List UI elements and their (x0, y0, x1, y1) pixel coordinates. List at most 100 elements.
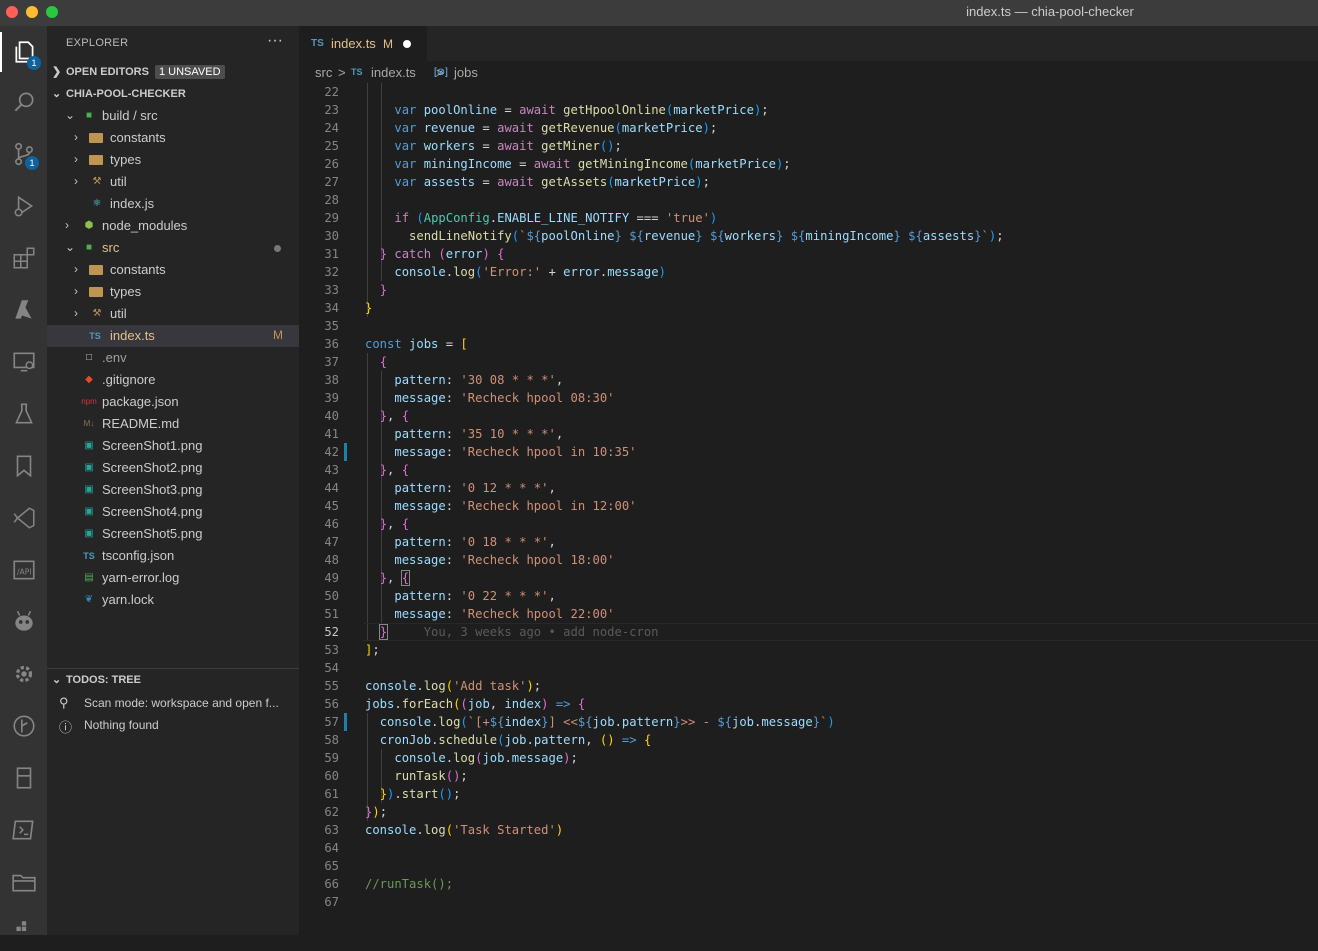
editor-area: TS index.ts M src > TS index.ts > [⊘] jo… (299, 26, 1318, 935)
bookmarks-activity[interactable] (0, 446, 47, 486)
more-activity[interactable] (0, 911, 47, 951)
run-debug-activity[interactable] (0, 186, 47, 226)
line-number: 49 (324, 571, 339, 585)
alien-activity[interactable] (0, 602, 47, 642)
tree-item-screenshot2[interactable]: ▣ ScreenShot2.png (47, 457, 299, 479)
line-number: 30 (324, 229, 339, 243)
unsaved-dot-icon[interactable] (403, 40, 411, 48)
code-line: 51 message: 'Recheck hpool 22:00' (299, 605, 1318, 623)
tree-item-screenshot5[interactable]: ▣ ScreenShot5.png (47, 523, 299, 545)
git-blame-annotation: You, 3 weeks ago • add node-cron (423, 625, 659, 639)
project-section[interactable]: ⌄ CHIA-POOL-CHECKER (47, 84, 299, 106)
line-number: 63 (324, 823, 339, 837)
breadcrumb-file[interactable]: index.ts (371, 65, 416, 80)
code-line: 54 (299, 659, 1318, 677)
line-number: 31 (324, 247, 339, 261)
todo-empty: ⓘ Nothing found (47, 714, 299, 736)
tree-item-readme[interactable]: M↓ README.md (47, 413, 299, 435)
tree-item-types[interactable]: › types (47, 149, 299, 171)
breadcrumb-symbol[interactable]: jobs (454, 65, 478, 80)
extensions-activity[interactable] (0, 238, 47, 278)
code-line: 39 message: 'Recheck hpool 08:30' (299, 389, 1318, 407)
tree-item-build-src[interactable]: ⌄ ■ build / src (47, 105, 299, 127)
tree-item-label: yarn-error.log (102, 570, 180, 585)
code-line: 46 }, { (299, 515, 1318, 533)
tree-item-label: index.js (110, 196, 155, 211)
source-control-badge: 1 (25, 156, 39, 170)
image-icon: ▣ (84, 506, 94, 517)
line-number: 24 (324, 121, 339, 135)
minimize-window-button[interactable] (26, 6, 38, 18)
code-line: 28 (299, 191, 1318, 209)
tree-item-screenshot3[interactable]: ▣ ScreenShot3.png (47, 479, 299, 501)
search-icon (14, 92, 34, 112)
line-number: 67 (324, 895, 339, 909)
tree-item-constants[interactable]: › constants (47, 127, 299, 149)
tab-label: index.ts (331, 36, 376, 51)
todo-scan-mode[interactable]: ⚲ Scan mode: workspace and open f... (47, 692, 299, 714)
line-number: 47 (324, 535, 339, 549)
tree-item-types[interactable]: › types (47, 281, 299, 303)
device-activity[interactable] (0, 758, 47, 798)
tree-item-env[interactable]: □ .env (47, 347, 299, 369)
code-line: 29 if (AppConfig.ENABLE_LINE_NOTIFY === … (299, 209, 1318, 227)
folder-activity[interactable] (0, 862, 47, 902)
tree-item-src[interactable]: ⌄ ■ src (47, 237, 299, 259)
docker-activity[interactable] (0, 654, 47, 694)
code-line: 41 pattern: '35 10 * * *', (299, 425, 1318, 443)
tree-item-index-ts[interactable]: TS index.ts M (47, 325, 299, 347)
explorer-activity[interactable]: 1 (0, 32, 47, 72)
tree-item-gitignore[interactable]: ◆ .gitignore (47, 369, 299, 391)
tree-item-label: yarn.lock (102, 592, 155, 607)
tree-item-screenshot4[interactable]: ▣ ScreenShot4.png (47, 501, 299, 523)
code-line: 23 var poolOnline = await getHpoolOnline… (299, 101, 1318, 119)
code-line: 63 console.log('Task Started') (299, 821, 1318, 839)
open-editors-section[interactable]: ❯ OPEN EDITORS 1 UNSAVED (47, 62, 299, 84)
tree-item-yarn-lock[interactable]: ❦ yarn.lock (47, 589, 299, 611)
testing-activity[interactable] (0, 394, 47, 434)
terminal-activity[interactable] (0, 810, 47, 850)
line-number: 46 (324, 517, 339, 531)
tree-item-index-js[interactable]: ⚛ index.js (47, 193, 299, 215)
api-activity[interactable]: /API (0, 550, 47, 590)
tree-item-util[interactable]: › ⚒ util (47, 171, 299, 193)
tree-item-node-modules[interactable]: › ⬢ node_modules (47, 215, 299, 237)
device-icon (16, 767, 31, 789)
breadcrumb-src[interactable]: src (315, 65, 332, 80)
code-editor[interactable]: 22 23 var poolOnline = await getHpoolOnl… (299, 83, 1318, 935)
image-icon: ▣ (84, 440, 94, 451)
tree-item-package-json[interactable]: npm package.json (47, 391, 299, 413)
tree-item-label: .gitignore (102, 372, 156, 387)
tree-item-yarn-error[interactable]: ▤ yarn-error.log (47, 567, 299, 589)
source-control-activity[interactable]: 1 (0, 134, 47, 174)
code-line: 66//runTask(); (299, 875, 1318, 893)
chevron-right-icon: › (74, 262, 78, 276)
search-activity[interactable] (0, 82, 47, 122)
close-window-button[interactable] (6, 6, 18, 18)
flask-icon (14, 403, 33, 424)
folder-icon (89, 131, 105, 145)
tree-item-screenshot1[interactable]: ▣ ScreenShot1.png (47, 435, 299, 457)
tree-item-constants[interactable]: › constants (47, 259, 299, 281)
code-line: 44 pattern: '0 12 * * *', (299, 479, 1318, 497)
tree-item-label: types (110, 152, 142, 167)
maximize-window-button[interactable] (46, 6, 58, 18)
line-number: 50 (324, 589, 339, 603)
chevron-right-icon: ❯ (52, 66, 62, 78)
code-line: 65 (299, 857, 1318, 875)
chevron-down-icon: ⌄ (52, 674, 62, 686)
modified-dot (274, 245, 281, 252)
npm-icon: npm (81, 397, 97, 406)
azure-activity[interactable] (0, 290, 47, 330)
more-actions-button[interactable]: ··· (267, 32, 283, 50)
live-share-activity[interactable] (0, 498, 47, 538)
git-graph-activity[interactable] (0, 706, 47, 746)
line-number: 44 (324, 481, 339, 495)
todos-tree-section[interactable]: ⌄ TODOS: TREE (47, 670, 299, 692)
tree-item-tsconfig[interactable]: TS tsconfig.json (47, 545, 299, 567)
tree-item-util[interactable]: › ⚒ util (47, 303, 299, 325)
chevron-right-icon: › (74, 174, 78, 188)
remote-explorer-activity[interactable] (0, 342, 47, 382)
chevron-right-icon: › (74, 306, 78, 320)
tab-index-ts[interactable]: TS index.ts M (299, 26, 427, 61)
